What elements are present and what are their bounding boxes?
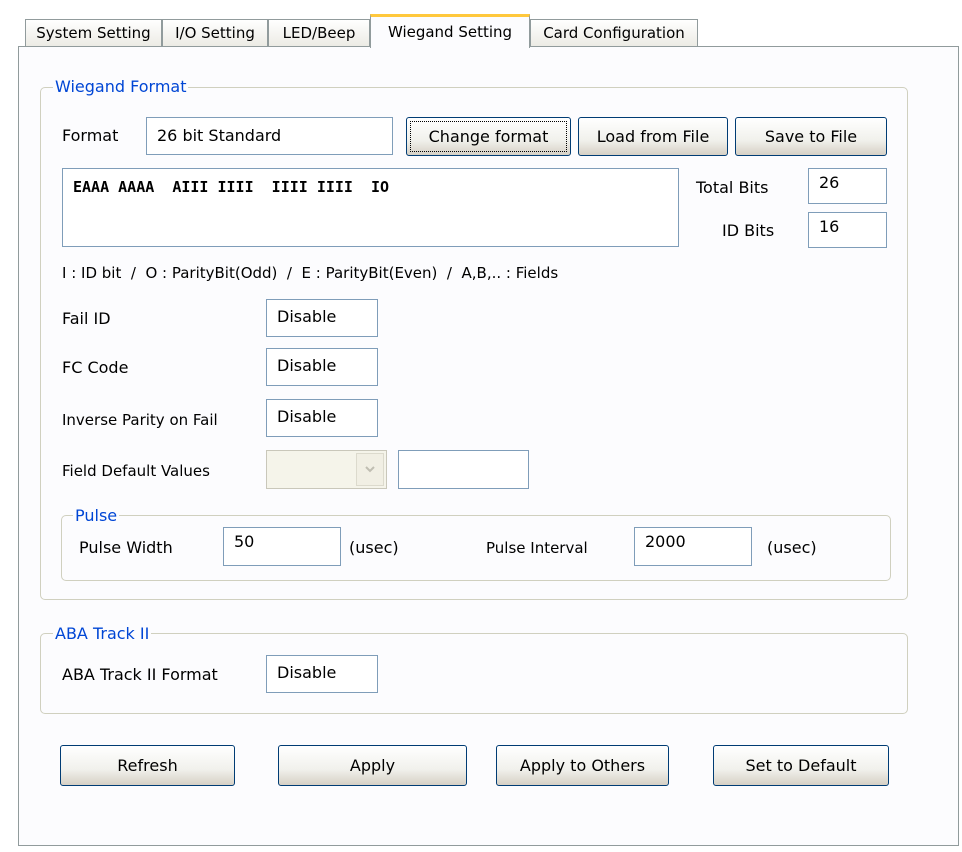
pulse-interval-field[interactable]: 2000: [634, 527, 752, 566]
set-to-default-button[interactable]: Set to Default: [713, 745, 889, 786]
fail-id-label: Fail ID: [62, 309, 111, 328]
field-default-select[interactable]: [266, 450, 387, 489]
fail-id-field[interactable]: Disable: [266, 299, 378, 337]
total-bits-label: Total Bits: [696, 178, 769, 197]
bit-pattern-box: EAAA AAAA AIII IIII IIII IIII IO: [62, 168, 679, 247]
pulse-interval-label: Pulse Interval: [486, 539, 588, 557]
bit-legend-help: I : ID bit / O : ParityBit(Odd) / E : Pa…: [62, 264, 559, 282]
wiegand-format-legend: Wiegand Format: [53, 77, 189, 96]
aba-track-legend: ABA Track II: [53, 624, 152, 643]
fc-code-field[interactable]: Disable: [266, 348, 378, 386]
pulse-interval-unit: (usec): [767, 538, 817, 557]
refresh-button[interactable]: Refresh: [60, 745, 235, 786]
aba-track-format-label: ABA Track II Format: [62, 665, 218, 684]
format-label: Format: [62, 126, 119, 145]
change-format-button[interactable]: Change format: [406, 117, 571, 156]
total-bits-field: 26: [808, 168, 887, 204]
apply-button[interactable]: Apply: [278, 745, 467, 786]
tab-wiegand-setting[interactable]: Wiegand Setting: [370, 14, 530, 48]
tab-system-setting[interactable]: System Setting: [25, 19, 162, 46]
apply-to-others-button[interactable]: Apply to Others: [496, 745, 669, 786]
id-bits-label: ID Bits: [722, 221, 775, 240]
id-bits-field: 16: [808, 212, 887, 248]
format-field: 26 bit Standard: [146, 117, 393, 155]
inverse-parity-field[interactable]: Disable: [266, 399, 378, 437]
save-to-file-button[interactable]: Save to File: [735, 117, 887, 156]
field-default-value-input[interactable]: [398, 450, 529, 489]
tab-led-beep[interactable]: LED/Beep: [268, 19, 370, 46]
dropdown-button[interactable]: [356, 453, 384, 486]
tab-io-setting[interactable]: I/O Setting: [162, 19, 268, 46]
chevron-down-icon: [365, 466, 375, 473]
tab-card-configuration[interactable]: Card Configuration: [530, 19, 698, 46]
inverse-parity-label: Inverse Parity on Fail: [62, 411, 218, 429]
pulse-width-unit: (usec): [349, 538, 399, 557]
fc-code-label: FC Code: [62, 358, 129, 377]
field-default-values-label: Field Default Values: [62, 462, 210, 480]
pulse-width-label: Pulse Width: [79, 538, 173, 557]
pulse-legend: Pulse: [73, 506, 120, 525]
pulse-width-field[interactable]: 50: [223, 527, 341, 566]
load-from-file-button[interactable]: Load from File: [578, 117, 728, 156]
aba-track-format-field[interactable]: Disable: [266, 655, 378, 693]
